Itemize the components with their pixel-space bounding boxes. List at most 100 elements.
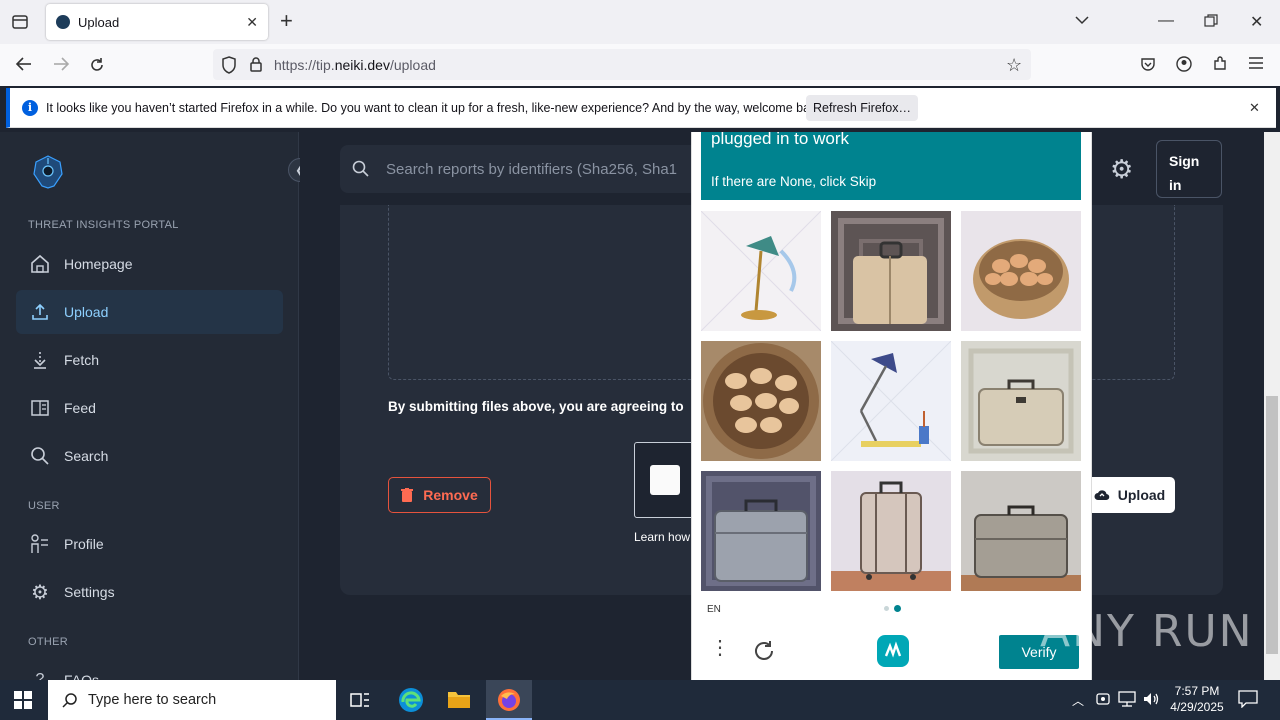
firefox-icon	[497, 688, 521, 712]
cloud-upload-icon	[1094, 488, 1110, 502]
menu-icon[interactable]	[1249, 57, 1263, 69]
volume-icon[interactable]	[1142, 690, 1160, 708]
search-icon	[16, 446, 64, 466]
captcha-tile-suitcase[interactable]	[831, 471, 951, 591]
notification-bar: i It looks like you haven’t started Fire…	[6, 88, 1276, 128]
home-icon	[16, 253, 64, 275]
sidebar-item-profile[interactable]: Profile	[16, 522, 283, 566]
search-placeholder: Search reports by identifiers (Sha256, S…	[386, 160, 677, 178]
back-icon[interactable]	[15, 56, 33, 72]
sign-in-label: in	[1169, 177, 1182, 193]
remove-label: Remove	[423, 487, 478, 503]
profile-icon	[16, 533, 64, 555]
url-text[interactable]: https://tip.neiki.dev/upload	[274, 57, 436, 73]
file-explorer-icon[interactable]	[447, 689, 471, 709]
meet-icon[interactable]	[1096, 691, 1110, 707]
captcha-tile-suitcase[interactable]	[701, 471, 821, 591]
sidebar-item-search[interactable]: Search	[16, 434, 283, 478]
shield-icon[interactable]	[221, 56, 237, 74]
sidebar-item-fetch[interactable]: Fetch	[16, 338, 283, 382]
sidebar-item-homepage[interactable]: Homepage	[16, 242, 283, 286]
upload-button[interactable]: Upload	[1084, 477, 1175, 513]
tab-list-icon[interactable]	[10, 12, 30, 32]
start-icon[interactable]	[14, 691, 32, 709]
captcha-checkbox[interactable]	[650, 465, 680, 495]
reload-icon[interactable]	[88, 56, 106, 74]
section-user: USER	[28, 500, 60, 512]
section-other: OTHER	[28, 636, 68, 648]
sidebar-item-label: Search	[64, 448, 109, 464]
feed-icon	[16, 399, 64, 417]
sidebar-item-label: Settings	[64, 584, 115, 600]
captcha-prompt-header: plugged in to work If there are None, cl…	[701, 129, 1081, 200]
sidebar-item-settings[interactable]: ⚙ Settings	[16, 570, 283, 614]
watermark: ANY RUN	[1040, 606, 1254, 657]
learn-more-link[interactable]: Learn how	[634, 530, 690, 544]
tab-upload[interactable]: Upload ✕	[46, 4, 268, 40]
download-icon	[16, 350, 64, 370]
chevron-up-icon[interactable]: ︿	[1072, 692, 1084, 709]
captcha-tile-suitcase[interactable]	[961, 471, 1081, 591]
extensions-icon[interactable]	[1212, 56, 1228, 72]
remove-button[interactable]: Remove	[388, 477, 491, 513]
close-notification-icon[interactable]: ✕	[1249, 100, 1260, 116]
network-icon[interactable]	[1118, 691, 1136, 707]
bookmark-star-icon[interactable]: ☆	[1006, 55, 1022, 76]
more-options-icon[interactable]: ⋮	[710, 638, 730, 658]
sidebar-item-label: Feed	[64, 400, 96, 416]
clock-date: 4/29/2025	[1170, 700, 1224, 714]
clock-time: 7:57 PM	[1174, 684, 1220, 698]
captcha-tile-eggs[interactable]	[961, 211, 1081, 331]
refresh-firefox-button[interactable]: Refresh Firefox…	[806, 95, 918, 121]
captcha-tile-lamp[interactable]	[831, 341, 951, 461]
page-dot	[884, 606, 889, 611]
sidebar-item-label: Profile	[64, 536, 104, 552]
sidebar-item-label: Fetch	[64, 352, 100, 368]
trash-icon	[401, 488, 414, 502]
task-view-icon[interactable]	[350, 691, 370, 709]
pocket-icon[interactable]	[1140, 56, 1156, 72]
upload-icon	[16, 303, 64, 321]
edge-icon[interactable]	[398, 687, 424, 713]
close-window-button[interactable]: ✕	[1250, 12, 1263, 32]
sign-in-button[interactable]: Sign in	[1156, 140, 1222, 198]
upload-label: Upload	[1117, 487, 1166, 503]
search-icon	[352, 160, 370, 178]
sign-in-label: Sign	[1169, 153, 1200, 169]
clock[interactable]: 7:57 PM 4/29/2025	[1162, 683, 1232, 715]
forward-icon[interactable]	[52, 56, 70, 72]
language-selector[interactable]: EN	[707, 604, 721, 615]
report-search[interactable]: Search reports by identifiers (Sha256, S…	[340, 145, 740, 193]
captcha-prompt: plugged in to work	[711, 129, 849, 148]
list-all-tabs-icon[interactable]	[1074, 14, 1090, 26]
close-tab-icon[interactable]: ✕	[246, 14, 258, 31]
captcha-tile-suitcase[interactable]	[961, 341, 1081, 461]
logo	[30, 154, 66, 190]
new-tab-button[interactable]: +	[280, 10, 293, 32]
restore-button[interactable]	[1204, 14, 1218, 28]
refresh-challenge-icon[interactable]	[752, 639, 776, 663]
taskbar-search[interactable]: Type here to search	[48, 680, 336, 720]
tab-title: Upload	[78, 14, 120, 30]
captcha-tile-lamp[interactable]	[701, 211, 821, 331]
minimize-button[interactable]: —	[1158, 12, 1174, 30]
site-favicon-icon	[56, 15, 70, 29]
search-icon	[62, 692, 78, 708]
section-portal: THREAT INSIGHTS PORTAL	[28, 219, 179, 231]
captcha-tile-suitcase[interactable]	[831, 211, 951, 331]
sidebar-item-feed[interactable]: Feed	[16, 386, 283, 430]
hcaptcha-logo-icon	[876, 634, 910, 668]
notification-text: It looks like you haven’t started Firefo…	[46, 100, 827, 115]
page-dot-active	[894, 605, 901, 612]
lock-icon[interactable]	[249, 56, 263, 72]
gear-icon[interactable]: ⚙	[1110, 156, 1133, 182]
taskbar-search-placeholder: Type here to search	[88, 692, 217, 708]
sidebar-item-upload[interactable]: Upload	[16, 290, 283, 334]
account-icon[interactable]	[1176, 56, 1192, 72]
gear-icon: ⚙	[31, 581, 49, 604]
captcha-tile-eggs[interactable]	[701, 341, 821, 461]
sidebar-item-label: Upload	[64, 304, 109, 320]
sidebar-item-label: Homepage	[64, 256, 133, 272]
scrollbar-thumb[interactable]	[1266, 396, 1278, 654]
notifications-icon[interactable]	[1238, 690, 1258, 708]
